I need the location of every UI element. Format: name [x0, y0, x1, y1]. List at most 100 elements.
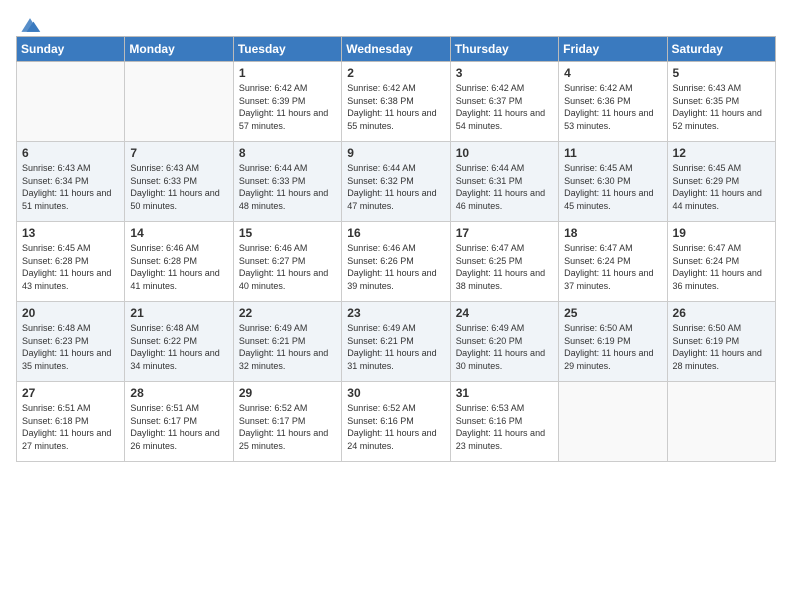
day-number: 18: [564, 226, 661, 240]
day-info: Sunrise: 6:44 AMSunset: 6:32 PMDaylight:…: [347, 162, 444, 212]
calendar-week-row: 1 Sunrise: 6:42 AMSunset: 6:39 PMDaylight…: [17, 62, 776, 142]
day-info: Sunrise: 6:42 AMSunset: 6:36 PMDaylight:…: [564, 82, 661, 132]
day-info: Sunrise: 6:47 AMSunset: 6:25 PMDaylight:…: [456, 242, 553, 292]
calendar-day-cell: 11 Sunrise: 6:45 AMSunset: 6:30 PMDayligh…: [559, 142, 667, 222]
calendar-day-cell: 15Sunrise: 6:46 AMSunset: 6:27 PMDayligh…: [233, 222, 341, 302]
day-number: 4: [564, 66, 661, 80]
day-number: 17: [456, 226, 553, 240]
day-number: 22: [239, 306, 336, 320]
day-info: Sunrise: 6:46 AMSunset: 6:27 PMDaylight:…: [239, 242, 336, 292]
logo-icon: [18, 16, 42, 34]
day-info: Sunrise: 6:47 AMSunset: 6:24 PMDaylight:…: [673, 242, 770, 292]
day-info: Sunrise: 6:47 AMSunset: 6:24 PMDaylight:…: [564, 242, 661, 292]
calendar-week-row: 6 Sunrise: 6:43 AMSunset: 6:34 PMDaylight…: [17, 142, 776, 222]
calendar-day-cell: 3 Sunrise: 6:42 AMSunset: 6:37 PMDaylight…: [450, 62, 558, 142]
day-number: 7: [130, 146, 227, 160]
day-number: 31: [456, 386, 553, 400]
calendar-day-cell: 14Sunrise: 6:46 AMSunset: 6:28 PMDayligh…: [125, 222, 233, 302]
calendar-day-cell: [17, 62, 125, 142]
day-info: Sunrise: 6:46 AMSunset: 6:26 PMDaylight:…: [347, 242, 444, 292]
day-number: 25: [564, 306, 661, 320]
calendar-day-cell: 12Sunrise: 6:45 AMSunset: 6:29 PMDayligh…: [667, 142, 775, 222]
day-number: 9: [347, 146, 444, 160]
calendar-day-cell: 26Sunrise: 6:50 AMSunset: 6:19 PMDayligh…: [667, 302, 775, 382]
day-info: Sunrise: 6:45 AMSunset: 6:28 PMDaylight:…: [22, 242, 119, 292]
day-info: Sunrise: 6:52 AMSunset: 6:16 PMDaylight:…: [347, 402, 444, 452]
day-info: Sunrise: 6:51 AMSunset: 6:18 PMDaylight:…: [22, 402, 119, 452]
day-info: Sunrise: 6:52 AMSunset: 6:17 PMDaylight:…: [239, 402, 336, 452]
calendar-day-cell: 10 Sunrise: 6:44 AMSunset: 6:31 PMDayligh…: [450, 142, 558, 222]
day-number: 2: [347, 66, 444, 80]
calendar-day-cell: 19 Sunrise: 6:47 AMSunset: 6:24 PMDayligh…: [667, 222, 775, 302]
calendar-week-row: 20 Sunrise: 6:48 AMSunset: 6:23 PMDayligh…: [17, 302, 776, 382]
day-number: 6: [22, 146, 119, 160]
calendar-day-cell: 4 Sunrise: 6:42 AMSunset: 6:36 PMDaylight…: [559, 62, 667, 142]
calendar-day-cell: 20 Sunrise: 6:48 AMSunset: 6:23 PMDayligh…: [17, 302, 125, 382]
calendar-header-row: SundayMondayTuesdayWednesdayThursdayFrid…: [17, 37, 776, 62]
day-header-friday: Friday: [559, 37, 667, 62]
calendar-day-cell: 25 Sunrise: 6:50 AMSunset: 6:19 PMDayligh…: [559, 302, 667, 382]
day-number: 27: [22, 386, 119, 400]
calendar-day-cell: 16 Sunrise: 6:46 AMSunset: 6:26 PMDayligh…: [342, 222, 450, 302]
day-info: Sunrise: 6:42 AMSunset: 6:39 PMDaylight:…: [239, 82, 336, 132]
calendar-day-cell: 21Sunrise: 6:48 AMSunset: 6:22 PMDayligh…: [125, 302, 233, 382]
calendar-day-cell: 31 Sunrise: 6:53 AMSunset: 6:16 PMDayligh…: [450, 382, 558, 462]
page-header: [16, 16, 776, 28]
day-info: Sunrise: 6:48 AMSunset: 6:23 PMDaylight:…: [22, 322, 119, 372]
day-number: 20: [22, 306, 119, 320]
day-info: Sunrise: 6:43 AMSunset: 6:34 PMDaylight:…: [22, 162, 119, 212]
day-number: 1: [239, 66, 336, 80]
day-header-thursday: Thursday: [450, 37, 558, 62]
day-info: Sunrise: 6:49 AMSunset: 6:21 PMDaylight:…: [347, 322, 444, 372]
calendar-day-cell: 28Sunrise: 6:51 AMSunset: 6:17 PMDayligh…: [125, 382, 233, 462]
day-header-wednesday: Wednesday: [342, 37, 450, 62]
calendar-day-cell: [667, 382, 775, 462]
day-number: 10: [456, 146, 553, 160]
day-info: Sunrise: 6:42 AMSunset: 6:37 PMDaylight:…: [456, 82, 553, 132]
day-number: 16: [347, 226, 444, 240]
calendar-day-cell: 13 Sunrise: 6:45 AMSunset: 6:28 PMDayligh…: [17, 222, 125, 302]
day-number: 3: [456, 66, 553, 80]
day-info: Sunrise: 6:50 AMSunset: 6:19 PMDaylight:…: [564, 322, 661, 372]
day-info: Sunrise: 6:53 AMSunset: 6:16 PMDaylight:…: [456, 402, 553, 452]
day-info: Sunrise: 6:49 AMSunset: 6:21 PMDaylight:…: [239, 322, 336, 372]
day-info: Sunrise: 6:45 AMSunset: 6:30 PMDaylight:…: [564, 162, 661, 212]
day-info: Sunrise: 6:44 AMSunset: 6:31 PMDaylight:…: [456, 162, 553, 212]
calendar-day-cell: 23 Sunrise: 6:49 AMSunset: 6:21 PMDayligh…: [342, 302, 450, 382]
day-header-saturday: Saturday: [667, 37, 775, 62]
calendar-day-cell: 17 Sunrise: 6:47 AMSunset: 6:25 PMDayligh…: [450, 222, 558, 302]
day-number: 21: [130, 306, 227, 320]
calendar-week-row: 27 Sunrise: 6:51 AMSunset: 6:18 PMDayligh…: [17, 382, 776, 462]
calendar-day-cell: 27 Sunrise: 6:51 AMSunset: 6:18 PMDayligh…: [17, 382, 125, 462]
calendar-day-cell: 9 Sunrise: 6:44 AMSunset: 6:32 PMDaylight…: [342, 142, 450, 222]
day-number: 14: [130, 226, 227, 240]
day-number: 5: [673, 66, 770, 80]
calendar-table: SundayMondayTuesdayWednesdayThursdayFrid…: [16, 36, 776, 462]
day-info: Sunrise: 6:44 AMSunset: 6:33 PMDaylight:…: [239, 162, 336, 212]
calendar-day-cell: 29Sunrise: 6:52 AMSunset: 6:17 PMDayligh…: [233, 382, 341, 462]
day-header-sunday: Sunday: [17, 37, 125, 62]
calendar-day-cell: [125, 62, 233, 142]
calendar-day-cell: 5Sunrise: 6:43 AMSunset: 6:35 PMDaylight…: [667, 62, 775, 142]
calendar-day-cell: 18 Sunrise: 6:47 AMSunset: 6:24 PMDayligh…: [559, 222, 667, 302]
day-number: 30: [347, 386, 444, 400]
day-info: Sunrise: 6:49 AMSunset: 6:20 PMDaylight:…: [456, 322, 553, 372]
day-number: 19: [673, 226, 770, 240]
calendar-week-row: 13 Sunrise: 6:45 AMSunset: 6:28 PMDayligh…: [17, 222, 776, 302]
day-number: 28: [130, 386, 227, 400]
day-number: 13: [22, 226, 119, 240]
calendar-day-cell: 8Sunrise: 6:44 AMSunset: 6:33 PMDaylight…: [233, 142, 341, 222]
day-info: Sunrise: 6:42 AMSunset: 6:38 PMDaylight:…: [347, 82, 444, 132]
day-number: 12: [673, 146, 770, 160]
calendar-day-cell: 2 Sunrise: 6:42 AMSunset: 6:38 PMDaylight…: [342, 62, 450, 142]
calendar-day-cell: 6 Sunrise: 6:43 AMSunset: 6:34 PMDaylight…: [17, 142, 125, 222]
calendar-day-cell: 24Sunrise: 6:49 AMSunset: 6:20 PMDayligh…: [450, 302, 558, 382]
calendar-day-cell: [559, 382, 667, 462]
day-number: 26: [673, 306, 770, 320]
calendar-day-cell: 7Sunrise: 6:43 AMSunset: 6:33 PMDaylight…: [125, 142, 233, 222]
day-number: 23: [347, 306, 444, 320]
calendar-day-cell: 30 Sunrise: 6:52 AMSunset: 6:16 PMDayligh…: [342, 382, 450, 462]
day-number: 11: [564, 146, 661, 160]
calendar-day-cell: 22 Sunrise: 6:49 AMSunset: 6:21 PMDayligh…: [233, 302, 341, 382]
calendar-day-cell: 1 Sunrise: 6:42 AMSunset: 6:39 PMDaylight…: [233, 62, 341, 142]
